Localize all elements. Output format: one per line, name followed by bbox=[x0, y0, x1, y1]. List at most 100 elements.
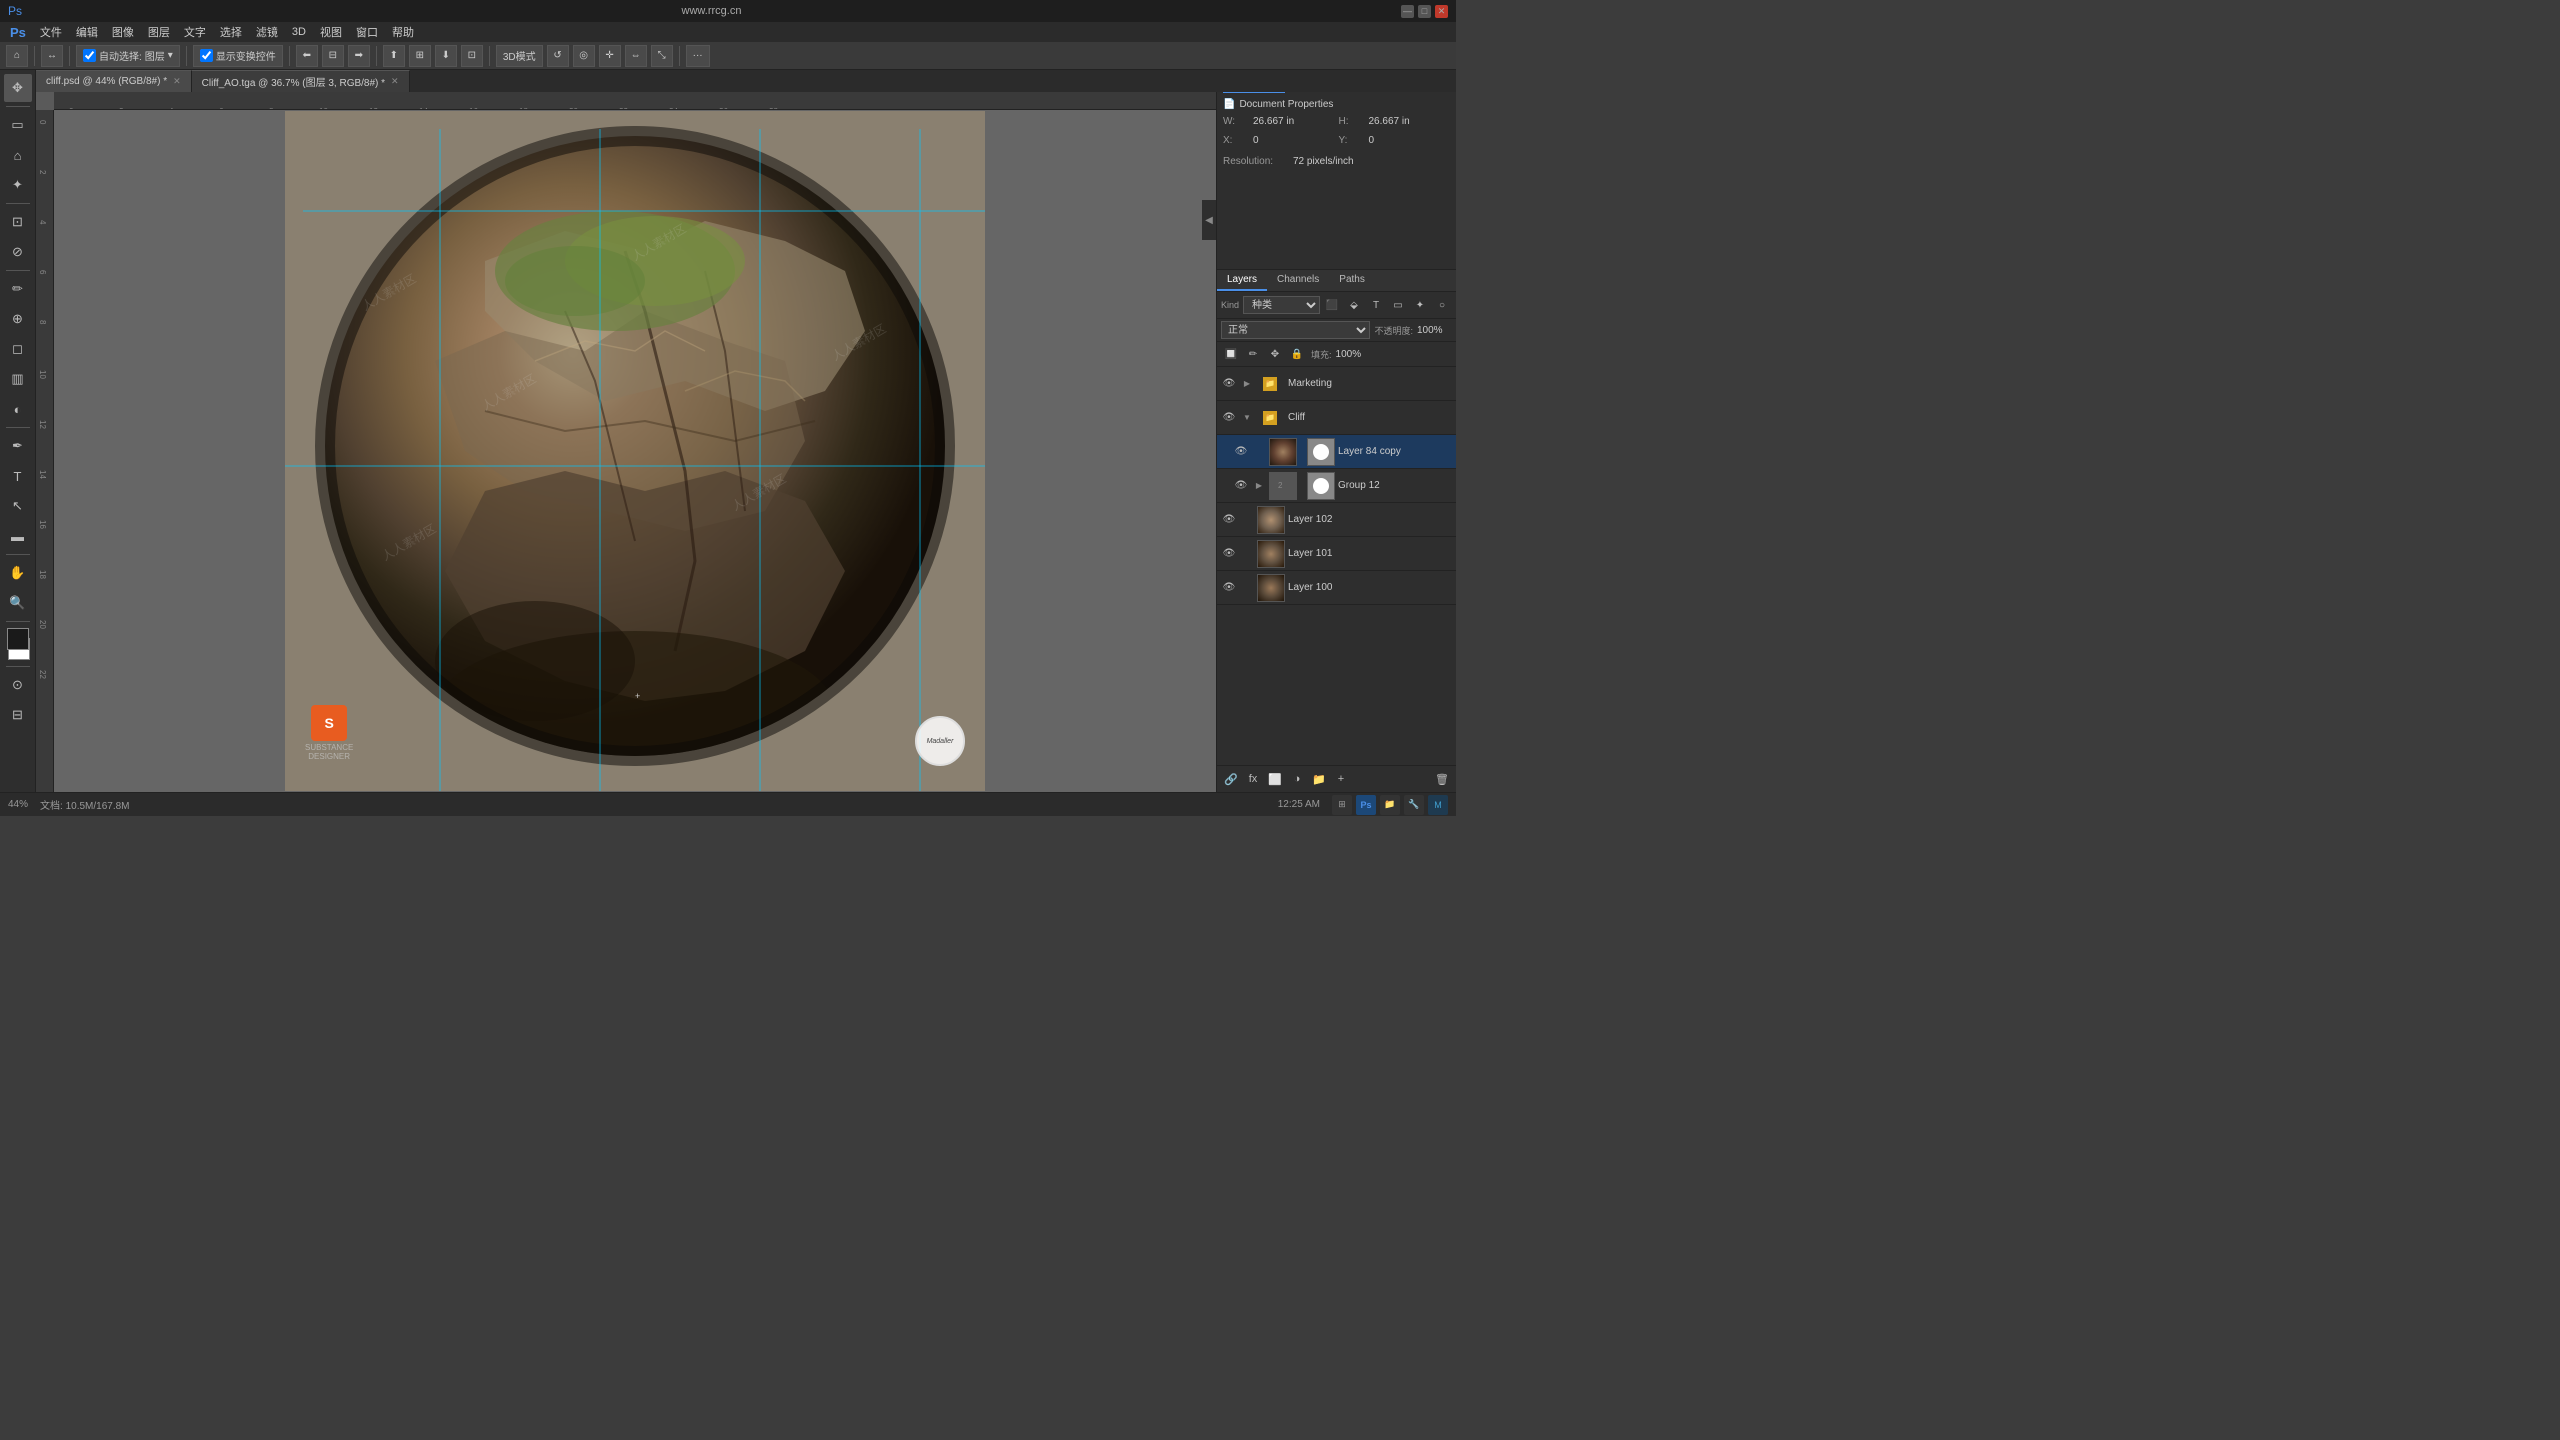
adjustment-layer-btn[interactable]: ◑ bbox=[1287, 769, 1307, 789]
orbit-btn[interactable]: ↺ bbox=[547, 45, 569, 67]
layer-item-84-copy[interactable]: 👁 Layer 84 copy bbox=[1217, 435, 1456, 469]
menu-help[interactable]: 帮助 bbox=[386, 22, 420, 42]
layer-item-marketing[interactable]: 👁 ▶ 📁 Marketing bbox=[1217, 367, 1456, 401]
slide-btn[interactable]: ⇔ bbox=[625, 45, 647, 67]
menu-select[interactable]: 选择 bbox=[214, 22, 248, 42]
align-top-btn[interactable]: ⬆ bbox=[383, 45, 405, 67]
shape-tool[interactable]: ▬ bbox=[4, 522, 32, 550]
filter-shape-btn[interactable]: ▭ bbox=[1388, 295, 1408, 315]
taskbar-icon-4[interactable]: 🔧 bbox=[1404, 795, 1424, 815]
align-right-btn[interactable]: ➡ bbox=[348, 45, 370, 67]
menu-type[interactable]: 文字 bbox=[178, 22, 212, 42]
auto-select-btn[interactable]: 自动选择: 图层 ▾ bbox=[76, 45, 180, 67]
lock-position-btn[interactable]: ✥ bbox=[1265, 344, 1285, 364]
move-options-btn[interactable]: ↔ bbox=[41, 45, 63, 67]
delete-layer-btn[interactable]: 🗑 bbox=[1432, 769, 1452, 789]
filter-smart-btn[interactable]: ✦ bbox=[1410, 295, 1430, 315]
move-tool[interactable]: ✥ bbox=[4, 74, 32, 102]
menu-window[interactable]: 窗口 bbox=[350, 22, 384, 42]
layer-vis-cliff[interactable]: 👁 bbox=[1221, 410, 1237, 426]
lock-all-btn[interactable]: 🔒 bbox=[1287, 344, 1307, 364]
gradient-tool[interactable]: ▥ bbox=[4, 365, 32, 393]
expand-group12[interactable]: ▶ bbox=[1252, 481, 1266, 490]
layer-vis-marketing[interactable]: 👁 bbox=[1221, 376, 1237, 392]
maximize-btn[interactable]: □ bbox=[1418, 5, 1431, 18]
path-select-tool[interactable]: ↖ bbox=[4, 492, 32, 520]
quick-mask-tool[interactable]: ⊙ bbox=[4, 671, 32, 699]
align-center-h-btn[interactable]: ⊟ bbox=[322, 45, 344, 67]
doc-canvas[interactable]: 人人素材区 人人素材区 人人素材区 人人素材区 人人素材区 人人素材区 S SU… bbox=[54, 110, 1216, 792]
brush-tool[interactable]: ✏ bbox=[4, 275, 32, 303]
menu-image[interactable]: 图像 bbox=[106, 22, 140, 42]
layer-item-101[interactable]: 👁 Layer 101 bbox=[1217, 537, 1456, 571]
lock-image-btn[interactable]: ✏ bbox=[1243, 344, 1263, 364]
taskbar-icon-5[interactable]: M bbox=[1428, 795, 1448, 815]
tab-layers[interactable]: Layers bbox=[1217, 270, 1267, 291]
align-left-btn[interactable]: ⬅ bbox=[296, 45, 318, 67]
filter-pixel-btn[interactable]: ⬛ bbox=[1322, 295, 1342, 315]
roll-btn[interactable]: ◎ bbox=[573, 45, 595, 67]
tab-cliff-close[interactable]: ✕ bbox=[173, 76, 181, 87]
menu-edit[interactable]: 编辑 bbox=[70, 22, 104, 42]
foreground-color[interactable] bbox=[7, 628, 29, 650]
link-layers-btn[interactable]: 🔗 bbox=[1221, 769, 1241, 789]
dropdown-icon[interactable]: ▾ bbox=[168, 50, 173, 61]
hand-tool[interactable]: ✋ bbox=[4, 559, 32, 587]
layer-vis-group12[interactable]: 👁 bbox=[1233, 478, 1249, 494]
add-mask-btn[interactable]: ⬜ bbox=[1265, 769, 1285, 789]
transform-checkbox[interactable] bbox=[200, 49, 213, 62]
right-collapse-btn[interactable]: ◀ bbox=[1202, 200, 1216, 240]
tab-paths[interactable]: Paths bbox=[1329, 270, 1375, 291]
layer-vis-100[interactable]: 👁 bbox=[1221, 580, 1237, 596]
layer-kind-filter[interactable]: 种类 bbox=[1243, 296, 1320, 314]
align-bottom-btn[interactable]: ⬇ bbox=[435, 45, 457, 67]
layer-item-102[interactable]: 👁 Layer 102 bbox=[1217, 503, 1456, 537]
more-options-btn[interactable]: ··· bbox=[686, 45, 710, 67]
new-layer-btn[interactable]: + bbox=[1331, 769, 1351, 789]
type-tool[interactable]: T bbox=[4, 462, 32, 490]
taskbar-icon-3[interactable]: 📁 bbox=[1380, 795, 1400, 815]
pen-tool[interactable]: ✒ bbox=[4, 432, 32, 460]
expand-cliff[interactable]: ▼ bbox=[1240, 413, 1254, 422]
rect-select-tool[interactable]: ▭ bbox=[4, 111, 32, 139]
dodge-tool[interactable]: ◐ bbox=[4, 395, 32, 423]
layer-item-group12[interactable]: 👁 ▶ 2 Group 12 bbox=[1217, 469, 1456, 503]
crop-tool[interactable]: ⊡ bbox=[4, 208, 32, 236]
align-mid-v-btn[interactable]: ⊞ bbox=[409, 45, 431, 67]
taskbar-ps-icon[interactable]: Ps bbox=[1356, 795, 1376, 815]
filter-type-btn[interactable]: T bbox=[1366, 295, 1386, 315]
eraser-tool[interactable]: ◻ bbox=[4, 335, 32, 363]
menu-ps[interactable]: Ps bbox=[4, 23, 32, 42]
menu-view[interactable]: 视图 bbox=[314, 22, 348, 42]
align-extra-btn[interactable]: ⊡ bbox=[461, 45, 483, 67]
3d-mode-btn[interactable]: 3D模式 bbox=[496, 45, 543, 67]
layer-item-cliff[interactable]: 👁 ▼ 📁 Cliff bbox=[1217, 401, 1456, 435]
tab-channels[interactable]: Channels bbox=[1267, 270, 1329, 291]
close-btn[interactable]: ✕ bbox=[1435, 5, 1448, 18]
home-btn[interactable]: ⌂ bbox=[6, 45, 28, 67]
tab-ao-close[interactable]: ✕ bbox=[391, 76, 399, 87]
menu-filter[interactable]: 滤镜 bbox=[250, 22, 284, 42]
scale3d-btn[interactable]: ⤡ bbox=[651, 45, 673, 67]
screen-mode-tool[interactable]: ⊟ bbox=[4, 701, 32, 729]
lasso-tool[interactable]: ⌂ bbox=[4, 141, 32, 169]
new-group-btn[interactable]: 📁 bbox=[1309, 769, 1329, 789]
expand-marketing[interactable]: ▶ bbox=[1240, 379, 1254, 388]
eyedropper-tool[interactable]: ⊘ bbox=[4, 238, 32, 266]
layer-vis-102[interactable]: 👁 bbox=[1221, 512, 1237, 528]
layer-vis-101[interactable]: 👁 bbox=[1221, 546, 1237, 562]
tab-cliff-ao[interactable]: Cliff_AO.tga @ 36.7% (图层 3, RGB/8#) * ✕ bbox=[192, 70, 410, 92]
filter-adjust-btn[interactable]: ⬙ bbox=[1344, 295, 1364, 315]
tab-cliff-psd[interactable]: cliff.psd @ 44% (RGB/8#) * ✕ bbox=[36, 70, 192, 92]
pan-btn[interactable]: ✛ bbox=[599, 45, 621, 67]
clone-tool[interactable]: ⊕ bbox=[4, 305, 32, 333]
layer-item-100[interactable]: 👁 Layer 100 bbox=[1217, 571, 1456, 605]
filter-off-btn[interactable]: ○ bbox=[1432, 295, 1452, 315]
taskbar-icon-1[interactable]: ⊞ bbox=[1332, 795, 1352, 815]
auto-select-checkbox[interactable] bbox=[83, 49, 96, 62]
lock-transparent-btn[interactable]: 🔲 bbox=[1221, 344, 1241, 364]
show-transform-btn[interactable]: 显示变换控件 bbox=[193, 45, 283, 67]
blend-mode-select[interactable]: 正常 bbox=[1221, 321, 1370, 339]
layer-vis-84[interactable]: 👁 bbox=[1233, 444, 1249, 460]
menu-file[interactable]: 文件 bbox=[34, 22, 68, 42]
